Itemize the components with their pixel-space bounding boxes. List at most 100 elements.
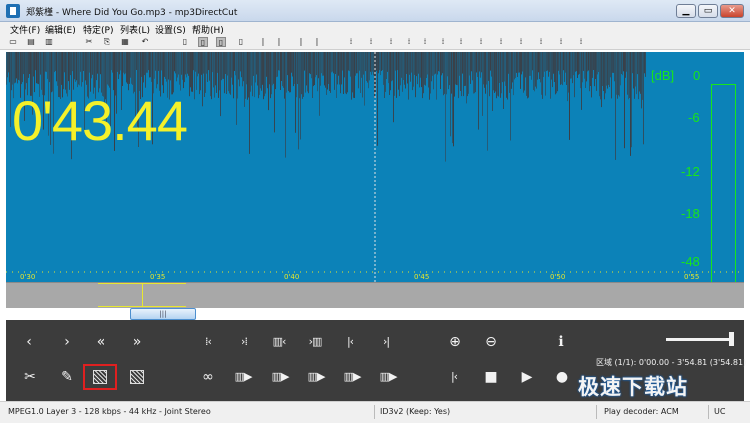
waveform-bar [274, 52, 275, 133]
overview-strip[interactable] [6, 282, 744, 308]
waveform-bar [478, 52, 479, 130]
marker-a-icon[interactable]: ⁞ [346, 37, 356, 47]
save-all-icon[interactable]: ▥ [44, 37, 54, 47]
select-all-button[interactable] [126, 367, 148, 389]
doc-view-icon[interactable]: ▯ [216, 37, 226, 47]
waveform-bar [515, 52, 516, 78]
pencil-icon[interactable]: ✎ [56, 367, 78, 389]
goto-end-icon[interactable]: ›| [374, 332, 398, 354]
open-icon[interactable]: ▭ [8, 37, 18, 47]
waveform-bar [554, 52, 555, 82]
waveform-bar [458, 52, 459, 99]
tick-label: 0'35 [150, 273, 166, 281]
marker-h-icon[interactable]: ⁞ [476, 37, 486, 47]
go-sel-start-icon[interactable]: ⁞‹ [196, 332, 220, 354]
waveform-bar [182, 52, 183, 80]
column-c-icon[interactable]: | [296, 37, 306, 47]
paste-icon[interactable]: ▦ [120, 37, 130, 47]
volume-slider-thumb[interactable] [728, 332, 734, 346]
next-icon[interactable]: › [56, 332, 78, 354]
waveform-bar [355, 52, 356, 76]
waveform-view[interactable]: 0'43.44 0'30 0'35 0'40 0'45 0'50 0'55 [d… [6, 52, 744, 282]
horizontal-scrollbar-thumb[interactable]: ||| [130, 308, 196, 320]
column-a-icon[interactable]: | [258, 37, 268, 47]
marker-f-icon[interactable]: ⁞ [438, 37, 448, 47]
level-e-icon[interactable]: ⁞ [576, 37, 586, 47]
waveform-bar [417, 52, 418, 85]
waveform-bar [14, 52, 15, 84]
marker-e-icon[interactable]: ⁞ [420, 37, 430, 47]
column-d-icon[interactable]: | [312, 37, 322, 47]
waveform-bar [619, 52, 620, 97]
waveform-bar [642, 52, 643, 100]
play-from-start-icon[interactable]: ▥▶ [302, 367, 330, 389]
waveform-bar [476, 52, 477, 73]
marker-b-icon[interactable]: ⁞ [366, 37, 376, 47]
play-icon[interactable]: ▶ [516, 367, 538, 389]
sel-end-right-icon[interactable]: ›▥ [302, 332, 328, 354]
close-button[interactable]: ✕ [720, 4, 744, 18]
menu-list[interactable]: 列表(L) [120, 23, 150, 36]
waveform-bar [632, 52, 633, 74]
sel-start-left-icon[interactable]: ▥‹ [266, 332, 292, 354]
waveform-bar [196, 52, 197, 90]
zoom-out-icon[interactable]: ⊖ [478, 332, 504, 354]
waveform-bar [510, 52, 511, 141]
level-c-icon[interactable]: ⁞ [536, 37, 546, 47]
waveform-bar [212, 52, 213, 73]
loop-icon[interactable]: ∞ [196, 367, 220, 389]
marker-d-icon[interactable]: ⁞ [404, 37, 414, 47]
fast-forward-icon[interactable]: » [126, 332, 148, 354]
menu-settings[interactable]: 设置(S) [155, 23, 186, 36]
doc-page-icon[interactable]: ▯ [198, 37, 208, 47]
goto-start-icon[interactable]: |‹ [338, 332, 362, 354]
rewind-icon[interactable]: « [90, 332, 112, 354]
level-a-icon[interactable]: ⁞ [496, 37, 506, 47]
play-to-end-icon[interactable]: ▥▶ [338, 367, 366, 389]
waveform-bar [157, 52, 158, 85]
waveform-bar [252, 52, 253, 97]
scissors-icon[interactable]: ✂ [18, 367, 42, 389]
level-d-icon[interactable]: ⁞ [556, 37, 566, 47]
maximize-button[interactable]: ▭ [698, 4, 718, 18]
doc-edit-icon[interactable]: ▯ [236, 37, 246, 47]
column-b-icon[interactable]: | [274, 37, 284, 47]
zoom-in-icon[interactable]: ⊕ [442, 332, 468, 354]
play-sel-region-icon[interactable]: ▥▶ [266, 367, 294, 389]
waveform-bar [279, 52, 280, 71]
undo-icon[interactable]: ↶ [140, 37, 150, 47]
play-selection-icon[interactable]: ▥▶ [228, 367, 258, 389]
stop-icon[interactable]: ■ [480, 367, 502, 389]
save-icon[interactable]: ▤ [26, 37, 36, 47]
waveform-bar [521, 52, 522, 75]
waveform-bar [451, 52, 452, 94]
waveform-bar [421, 52, 422, 88]
select-button[interactable] [83, 364, 117, 390]
waveform-bar [462, 52, 463, 74]
volume-slider-track[interactable] [666, 338, 734, 341]
info-icon[interactable]: ℹ [550, 332, 572, 354]
go-start-icon[interactable]: |‹ [442, 367, 466, 389]
waveform-bar [504, 52, 505, 82]
menu-help[interactable]: 帮助(H) [192, 23, 224, 36]
waveform-bar [637, 52, 638, 75]
minimize-button[interactable]: ▁ [676, 4, 696, 18]
marker-g-icon[interactable]: ⁞ [456, 37, 466, 47]
cut-icon[interactable]: ✂ [84, 37, 94, 47]
waveform-bar [526, 52, 527, 96]
record-icon[interactable]: ● [551, 367, 573, 389]
menu-file[interactable]: 文件(F) [10, 23, 40, 36]
prev-icon[interactable]: ‹ [18, 332, 40, 354]
doc-icon[interactable]: ▯ [180, 37, 190, 47]
menu-edit[interactable]: 编辑(E) [45, 23, 76, 36]
waveform-bar [131, 52, 132, 84]
marker-c-icon[interactable]: ⁞ [386, 37, 396, 47]
menu-special[interactable]: 特定(P) [83, 23, 113, 36]
play-last-icon[interactable]: ▥▶ [374, 367, 402, 389]
waveform-bar [97, 52, 98, 74]
copy-icon[interactable]: ⎘ [102, 37, 112, 47]
go-sel-end-icon[interactable]: ›⁞ [232, 332, 256, 354]
level-b-icon[interactable]: ⁞ [516, 37, 526, 47]
waveform-bar [332, 52, 333, 72]
waveform-bar [141, 52, 142, 77]
